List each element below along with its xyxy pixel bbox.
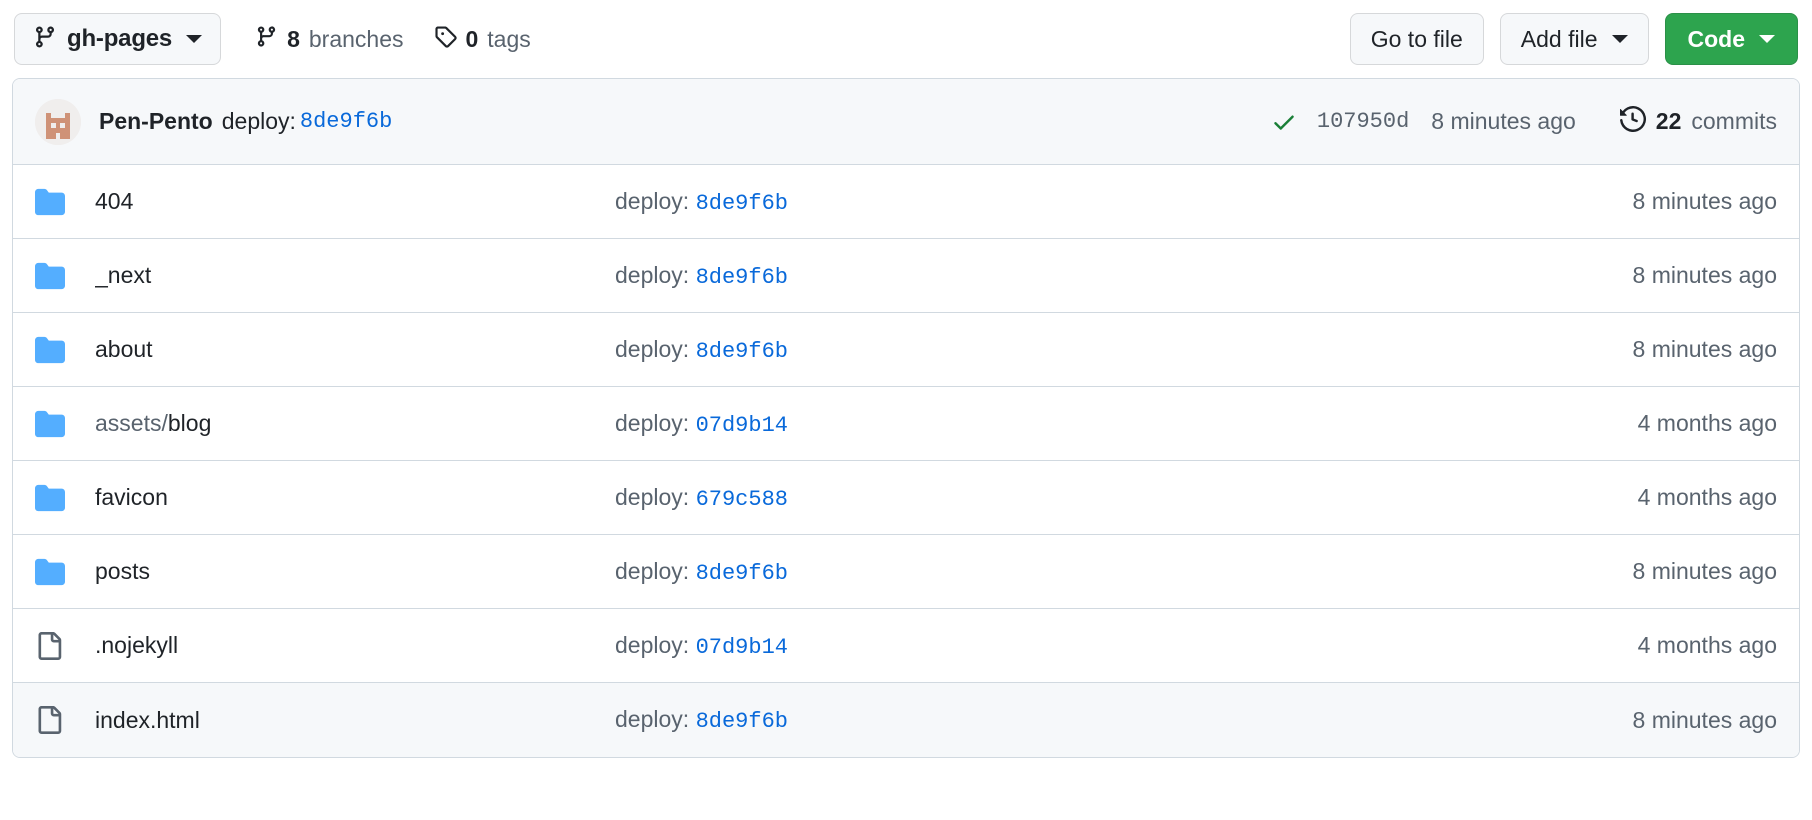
go-to-file-label: Go to file — [1371, 26, 1463, 53]
commit-time-cell: 8 minutes ago — [1613, 188, 1777, 215]
tags-count: 0 — [466, 26, 479, 53]
table-row[interactable]: aboutdeploy: 8de9f6b8 minutes ago — [13, 313, 1799, 387]
commit-message-cell: deploy: 8de9f6b — [615, 336, 1613, 364]
commit-time-cell: 4 months ago — [1618, 410, 1777, 437]
file-path-prefix: assets/ — [95, 410, 168, 436]
commit-message-cell: deploy: 8de9f6b — [615, 262, 1613, 290]
commit-meta: 107950d 8 minutes ago 22 commits — [1271, 106, 1777, 137]
table-row[interactable]: .nojekylldeploy: 07d9b144 months ago — [13, 609, 1799, 683]
branch-selector[interactable]: gh-pages — [14, 13, 221, 65]
folder-icon — [35, 261, 71, 291]
branches-label: branches — [309, 26, 404, 53]
table-row[interactable]: index.htmldeploy: 8de9f6b8 minutes ago — [13, 683, 1799, 757]
table-row[interactable]: postsdeploy: 8de9f6b8 minutes ago — [13, 535, 1799, 609]
go-to-file-button[interactable]: Go to file — [1350, 13, 1484, 65]
folder-icon — [35, 187, 71, 217]
commit-time-cell: 8 minutes ago — [1613, 262, 1777, 289]
commit-message-sha-link[interactable]: 8de9f6b — [300, 109, 392, 134]
commit-sha[interactable]: 107950d — [1317, 109, 1409, 134]
commit-sha-link[interactable]: 679c588 — [696, 487, 788, 512]
add-file-label: Add file — [1521, 26, 1598, 53]
history-icon — [1620, 106, 1646, 137]
commit-time-cell: 8 minutes ago — [1613, 707, 1777, 734]
git-branch-icon — [33, 25, 57, 54]
commit-time-cell: 4 months ago — [1618, 632, 1777, 659]
file-table: Pen-Pento deploy: 8de9f6b 107950d 8 minu… — [12, 78, 1800, 758]
chevron-down-icon — [186, 35, 202, 43]
file-name-link[interactable]: assets/blog — [95, 410, 615, 437]
chevron-down-icon — [1612, 35, 1628, 43]
file-name-link[interactable]: about — [95, 336, 615, 363]
commit-message-cell: deploy: 07d9b14 — [615, 632, 1618, 660]
commits-count: 22 — [1656, 108, 1682, 135]
file-icon — [35, 706, 71, 734]
file-name-link[interactable]: _next — [95, 262, 615, 289]
table-row[interactable]: 404deploy: 8de9f6b8 minutes ago — [13, 165, 1799, 239]
repository-file-browser: gh-pages 8 branches 0 — [0, 0, 1812, 820]
commit-message: deploy: — [222, 108, 296, 135]
tag-icon — [434, 25, 457, 53]
file-name-link[interactable]: 404 — [95, 188, 615, 215]
commits-history-link[interactable]: 22 commits — [1620, 106, 1777, 137]
branch-name-label: gh-pages — [67, 25, 172, 53]
chevron-down-icon — [1759, 35, 1775, 43]
commit-time-cell: 4 months ago — [1618, 484, 1777, 511]
code-button[interactable]: Code — [1665, 13, 1799, 65]
file-name-link[interactable]: posts — [95, 558, 615, 585]
folder-icon — [35, 409, 71, 439]
table-row[interactable]: favicondeploy: 679c5884 months ago — [13, 461, 1799, 535]
table-row[interactable]: _nextdeploy: 8de9f6b8 minutes ago — [13, 239, 1799, 313]
commits-label: commits — [1691, 108, 1777, 135]
repo-toolbar: gh-pages 8 branches 0 — [12, 0, 1800, 78]
commit-message-cell: deploy: 8de9f6b — [615, 188, 1613, 216]
branches-link[interactable]: 8 branches — [255, 25, 403, 53]
file-name-link[interactable]: index.html — [95, 707, 615, 734]
commit-relative-time: 8 minutes ago — [1431, 108, 1575, 135]
add-file-button[interactable]: Add file — [1500, 13, 1649, 65]
commit-message-cell: deploy: 679c588 — [615, 484, 1618, 512]
commit-sha-link[interactable]: 8de9f6b — [696, 561, 788, 586]
commit-message-cell: deploy: 8de9f6b — [615, 706, 1613, 734]
commit-sha-link[interactable]: 8de9f6b — [696, 191, 788, 216]
commit-sha-link[interactable]: 07d9b14 — [696, 635, 788, 660]
folder-icon — [35, 557, 71, 587]
commit-message-cell: deploy: 8de9f6b — [615, 558, 1613, 586]
branches-count: 8 — [287, 26, 300, 53]
code-label: Code — [1688, 26, 1746, 53]
git-branch-icon — [255, 25, 278, 53]
folder-icon — [35, 335, 71, 365]
latest-commit-bar: Pen-Pento deploy: 8de9f6b 107950d 8 minu… — [13, 79, 1799, 165]
file-icon — [35, 632, 71, 660]
folder-icon — [35, 483, 71, 513]
check-icon[interactable] — [1271, 109, 1297, 135]
file-name-link[interactable]: .nojekyll — [95, 632, 615, 659]
tags-link[interactable]: 0 tags — [434, 25, 531, 53]
tags-label: tags — [487, 26, 530, 53]
commit-sha-link[interactable]: 8de9f6b — [696, 339, 788, 364]
commit-time-cell: 8 minutes ago — [1613, 336, 1777, 363]
commit-author[interactable]: Pen-Pento — [99, 108, 213, 135]
commit-sha-link[interactable]: 8de9f6b — [696, 709, 788, 734]
commit-message-cell: deploy: 07d9b14 — [615, 410, 1618, 438]
commit-sha-link[interactable]: 8de9f6b — [696, 265, 788, 290]
avatar[interactable] — [35, 99, 81, 145]
repo-meta-group: 8 branches 0 tags — [255, 25, 531, 53]
file-name-link[interactable]: favicon — [95, 484, 615, 511]
commit-time-cell: 8 minutes ago — [1613, 558, 1777, 585]
table-row[interactable]: assets/blogdeploy: 07d9b144 months ago — [13, 387, 1799, 461]
file-rows: 404deploy: 8de9f6b8 minutes ago_nextdepl… — [13, 165, 1799, 757]
commit-sha-link[interactable]: 07d9b14 — [696, 413, 788, 438]
